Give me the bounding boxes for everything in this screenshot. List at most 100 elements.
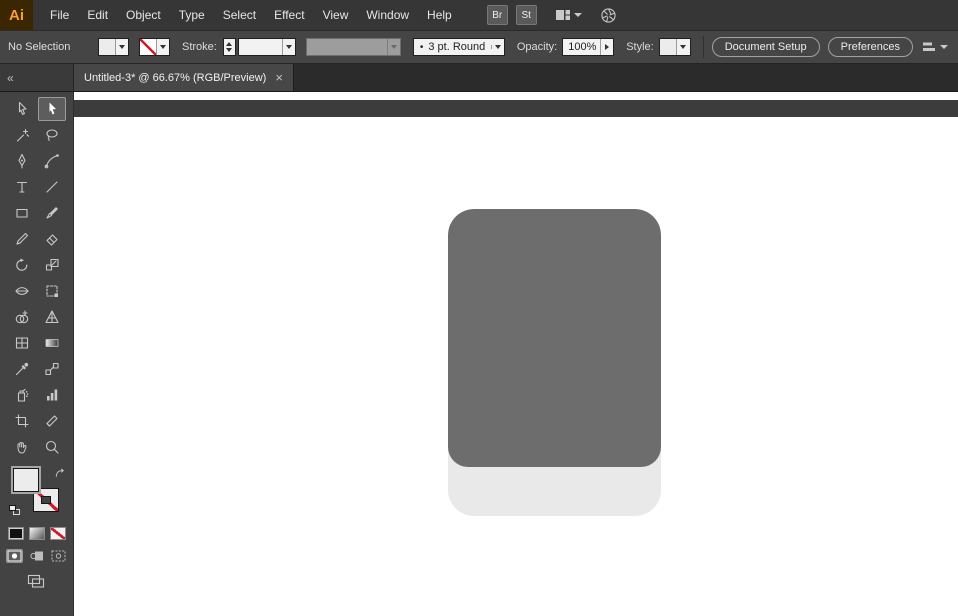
rounded-rectangle-shape[interactable] <box>448 209 661 516</box>
eyedropper-tool[interactable] <box>8 357 36 381</box>
width-tool[interactable] <box>8 279 36 303</box>
document-tab[interactable]: Untitled-3* @ 66.67% (RGB/Preview) × <box>74 64 294 91</box>
chevron-down-icon <box>940 45 948 49</box>
draw-normal-button[interactable] <box>6 549 23 563</box>
menu-bar: Ai File Edit Object Type Select Effect V… <box>0 0 958 30</box>
stroke-hole <box>40 496 51 504</box>
stroke-width-combo[interactable] <box>237 38 296 56</box>
stroke-label: Stroke: <box>182 41 217 53</box>
tools-grid <box>7 96 67 460</box>
free-transform-icon <box>45 285 58 297</box>
document-canvas[interactable] <box>74 92 958 616</box>
shape-body <box>448 209 661 467</box>
fill-color-combo[interactable] <box>98 38 129 56</box>
chevron-down-icon <box>156 39 169 55</box>
hand-tool[interactable] <box>8 435 36 459</box>
shaper-tool[interactable] <box>8 227 36 251</box>
panel-collapse-button[interactable]: « <box>7 71 14 85</box>
chevron-down-icon <box>281 39 295 55</box>
curvature-icon <box>44 154 59 169</box>
chevron-down-icon <box>573 13 582 17</box>
rectangle-tool[interactable] <box>8 201 36 225</box>
chevron-down-icon <box>490 45 504 49</box>
direct-selection-tool[interactable] <box>8 97 36 121</box>
selection-icon <box>49 102 56 115</box>
gradient-tool[interactable] <box>38 331 66 355</box>
menu-effect[interactable]: Effect <box>265 0 313 30</box>
pen-tool[interactable] <box>8 149 36 173</box>
screen-mode-button[interactable] <box>27 574 46 594</box>
perspective-grid-icon <box>44 310 59 324</box>
blend-tool[interactable] <box>38 357 66 381</box>
opacity-value: 100% <box>568 41 597 53</box>
gpu-performance-button[interactable] <box>600 7 617 24</box>
selection-tool[interactable] <box>37 97 66 121</box>
column-graph-tool[interactable] <box>38 383 66 407</box>
magic-wand-tool[interactable] <box>8 123 36 147</box>
shape-builder-tool[interactable] <box>8 305 36 329</box>
align-options-button[interactable] <box>921 40 948 54</box>
line-segment-icon <box>45 181 58 193</box>
menu-edit[interactable]: Edit <box>78 0 117 30</box>
none-mode-button[interactable] <box>49 527 66 540</box>
stroke-color-combo[interactable] <box>139 38 170 56</box>
lasso-tool[interactable] <box>38 123 66 147</box>
rotate-icon <box>15 258 27 271</box>
draw-behind-button[interactable] <box>28 549 45 563</box>
menu-file[interactable]: File <box>41 0 78 30</box>
paintbrush-tool[interactable] <box>38 201 66 225</box>
graphic-style-combo[interactable] <box>658 38 691 56</box>
fill-proxy-swatch[interactable] <box>12 468 39 492</box>
control-bar: No Selection Stroke: • 3 pt. Round Opaci… <box>0 30 958 64</box>
preferences-button[interactable]: Preferences <box>827 37 913 57</box>
tab-close-icon[interactable]: × <box>275 71 283 84</box>
stock-button[interactable]: St <box>515 5 537 25</box>
mesh-tool[interactable] <box>8 331 36 355</box>
line-segment-tool[interactable] <box>38 175 66 199</box>
symbol-sprayer-tool[interactable] <box>8 383 36 407</box>
screen-mode-icon <box>27 574 45 588</box>
free-transform-tool[interactable] <box>38 279 66 303</box>
rectangle-icon <box>15 208 28 218</box>
slice-tool[interactable] <box>38 409 66 433</box>
zoom-icon <box>45 440 59 454</box>
scale-tool[interactable] <box>38 253 66 277</box>
curvature-tool[interactable] <box>38 149 66 173</box>
rotate-tool[interactable] <box>8 253 36 277</box>
eraser-tool[interactable] <box>38 227 66 251</box>
perspective-grid-tool[interactable] <box>38 305 66 329</box>
color-mode-button[interactable] <box>7 527 24 540</box>
menu-view[interactable]: View <box>314 0 358 30</box>
artboard-icon <box>14 414 29 428</box>
document-setup-button[interactable]: Document Setup <box>711 37 820 57</box>
swap-fill-stroke-button[interactable] <box>54 466 65 484</box>
mini-fill-swatch <box>8 505 16 511</box>
pen-icon <box>17 153 26 169</box>
app-bar-icons: Br St <box>486 5 617 25</box>
draw-behind-icon <box>30 551 43 561</box>
brush-definition-combo[interactable]: • 3 pt. Round <box>412 38 505 56</box>
eraser-icon <box>45 234 58 246</box>
variable-width-profile-combo[interactable] <box>305 38 401 56</box>
shaper-icon <box>15 232 28 245</box>
menu-type[interactable]: Type <box>170 0 214 30</box>
zoom-tool[interactable] <box>38 435 66 459</box>
draw-inside-button[interactable] <box>50 549 67 563</box>
menu-help[interactable]: Help <box>418 0 461 30</box>
arrange-documents-button[interactable] <box>555 8 582 22</box>
type-tool[interactable] <box>8 175 36 199</box>
stroke-weight-stepper[interactable] <box>222 38 236 56</box>
swap-arrow-icon <box>55 468 64 477</box>
artboard-tool[interactable] <box>8 409 36 433</box>
direct-selection-icon <box>18 101 27 115</box>
default-fill-stroke-button[interactable] <box>8 505 21 516</box>
brush-dot-icon: • <box>419 41 424 53</box>
chevron-down-icon <box>675 39 689 55</box>
menu-select[interactable]: Select <box>214 0 265 30</box>
menu-window[interactable]: Window <box>357 0 418 30</box>
opacity-field[interactable]: 100% <box>562 38 615 56</box>
gradient-mode-button[interactable] <box>28 527 45 540</box>
main-area <box>0 92 958 616</box>
bridge-button[interactable]: Br <box>486 5 508 25</box>
menu-object[interactable]: Object <box>117 0 170 30</box>
